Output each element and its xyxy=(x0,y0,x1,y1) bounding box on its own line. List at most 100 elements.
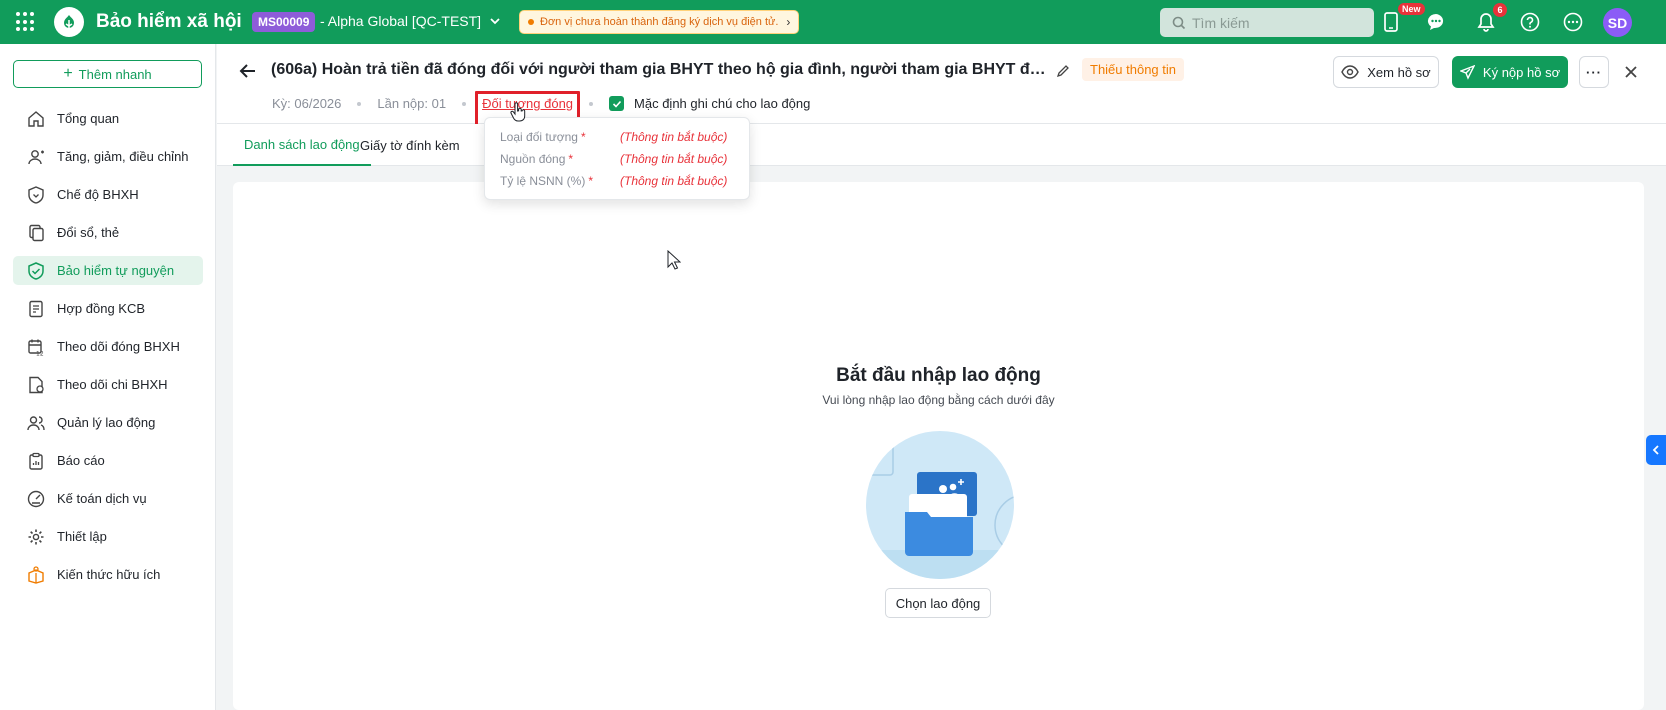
eye-icon xyxy=(1341,65,1360,79)
subject-link[interactable]: Đối tượng đóng xyxy=(482,96,573,111)
org-code-badge[interactable]: MS00009 xyxy=(252,12,316,32)
subject-info-popover: Loại đối tượng * (Thông tin bắt buộc) Ngu… xyxy=(484,117,750,200)
popover-value: (Thông tin bắt buộc) xyxy=(620,174,728,188)
required-mark: * xyxy=(568,152,574,166)
app-title: Bảo hiểm xã hội xyxy=(96,11,242,32)
sidebar-item-5[interactable]: Bảo hiểm tự nguyện xyxy=(13,256,203,285)
period-text: Kỳ: 06/2026 xyxy=(272,96,342,111)
plus-icon: + xyxy=(63,65,73,82)
required-mark: * xyxy=(580,130,586,144)
gear-icon xyxy=(27,528,45,546)
service-warning-banner[interactable]: Đơn vị chưa hoàn thành đăng ký dịch vụ đ… xyxy=(519,10,800,34)
required-mark: * xyxy=(588,174,594,188)
view-document-label: Xem hồ sơ xyxy=(1367,64,1431,80)
chat-icon[interactable] xyxy=(1425,11,1447,33)
sidebar-item-9[interactable]: Quản lý lao động xyxy=(13,408,203,437)
tab-bar: Danh sách lao động Giấy tờ đính kèm xyxy=(217,124,1666,166)
main-content: Bắt đầu nhập lao động Vui lòng nhập lao … xyxy=(233,182,1644,710)
checkbox-checked-icon xyxy=(609,96,625,111)
mobile-app-icon[interactable] xyxy=(1380,11,1402,33)
sidebar-item-3[interactable]: Chế độ BHXH xyxy=(13,180,203,209)
document-meta: Kỳ: 06/2026 Lần nộp: 01 Đối tượng đóng M… xyxy=(272,96,810,111)
shield-check-icon xyxy=(27,261,45,280)
shield-heart-icon xyxy=(27,185,45,204)
folder-users-illustration xyxy=(866,431,1014,579)
sidebar-nav: Tổng quan Tăng, giảm, điều chỉnh Chế độ BH… xyxy=(13,104,203,598)
back-arrow-icon[interactable] xyxy=(237,60,259,82)
sidebar-item-label: Theo dõi chi BHXH xyxy=(57,377,168,392)
default-note-checkbox[interactable]: Mặc định ghi chú cho lao động xyxy=(609,96,810,111)
sidebar-item-label: Quản lý lao động xyxy=(57,415,156,430)
tab-attachments[interactable]: Giấy tờ đính kèm xyxy=(360,124,460,166)
choose-employee-button[interactable]: Chọn lao động xyxy=(885,588,991,618)
gauge-icon xyxy=(27,490,45,508)
sidebar: + Thêm nhanh Tổng quan Tăng, giảm, điều c… xyxy=(0,44,216,710)
sidebar-item-label: Hợp đồng KCB xyxy=(57,301,146,316)
calendar-track-icon: 12 xyxy=(27,338,45,356)
separator-dot xyxy=(462,101,467,106)
users-icon xyxy=(27,414,45,432)
search-box[interactable] xyxy=(1160,8,1374,37)
sidebar-item-6[interactable]: Hợp đồng KCB xyxy=(13,294,203,323)
more-options-button[interactable]: ··· xyxy=(1579,56,1609,88)
sidebar-item-12[interactable]: Thiết lập xyxy=(13,522,203,551)
more-apps-icon[interactable] xyxy=(1562,11,1584,33)
svg-text:12: 12 xyxy=(36,350,44,356)
sign-submit-button[interactable]: Ký nộp hồ sơ xyxy=(1452,56,1568,88)
sidebar-item-label: Kế toán dịch vụ xyxy=(57,491,147,506)
warning-dot-icon xyxy=(528,19,534,25)
popover-label-text: Loại đối tượng xyxy=(500,130,578,144)
user-adjust-icon xyxy=(27,148,45,166)
view-document-button[interactable]: Xem hồ sơ xyxy=(1333,56,1439,88)
chevron-right-icon: › xyxy=(786,15,791,29)
sidebar-item-11[interactable]: Kế toán dịch vụ xyxy=(13,484,203,513)
panel-toggle-button[interactable] xyxy=(1646,435,1666,465)
user-avatar[interactable]: SD xyxy=(1603,8,1632,37)
org-name[interactable]: - Alpha Global [QC-TEST] xyxy=(320,13,481,29)
document-header: (606a) Hoàn trả tiền đã đóng đối với ngư… xyxy=(217,44,1666,124)
sidebar-item-10[interactable]: Báo cáo xyxy=(13,446,203,475)
popover-value: (Thông tin bắt buộc) xyxy=(620,152,728,166)
sidebar-item-label: Đổi sổ, thẻ xyxy=(57,225,120,240)
sidebar-item-label: Bảo hiểm tự nguyện xyxy=(57,263,175,278)
default-note-label: Mặc định ghi chú cho lao động xyxy=(634,96,811,111)
help-icon[interactable] xyxy=(1519,11,1541,33)
popover-label: Loại đối tượng * xyxy=(500,130,620,144)
sidebar-item-label: Thiết lập xyxy=(57,529,107,544)
tab-employee-list[interactable]: Danh sách lao động xyxy=(233,124,371,166)
separator-dot xyxy=(357,101,362,106)
sidebar-item-13[interactable]: Kiến thức hữu ích xyxy=(13,560,203,589)
separator-dot xyxy=(589,101,594,106)
close-icon[interactable] xyxy=(1621,62,1641,82)
pencil-icon[interactable] xyxy=(1055,63,1071,79)
sidebar-item-label: Kiến thức hữu ích xyxy=(57,567,161,582)
top-bar: Bảo hiểm xã hội MS00009 - Alpha Global [… xyxy=(0,0,1666,44)
sidebar-item-label: Tăng, giảm, điều chỉnh xyxy=(57,149,189,164)
chevron-left-icon xyxy=(1652,445,1659,455)
new-badge: New xyxy=(1398,3,1425,15)
chevron-down-icon[interactable] xyxy=(488,14,502,28)
warning-text: Đơn vị chưa hoàn thành đăng ký dịch vụ đ… xyxy=(540,16,779,28)
book-person-icon xyxy=(27,565,45,584)
popover-label: Nguồn đóng * xyxy=(500,152,620,166)
contract-icon xyxy=(27,300,45,318)
sidebar-item-8[interactable]: Theo dõi chi BHXH xyxy=(13,370,203,399)
quick-add-button[interactable]: + Thêm nhanh xyxy=(13,60,202,88)
popover-row-budget-rate: Tỷ lệ NSNN (%) * (Thông tin bắt buộc) xyxy=(500,172,727,190)
sidebar-item-label: Báo cáo xyxy=(57,453,105,468)
popover-label-text: Nguồn đóng xyxy=(500,152,566,166)
sidebar-item-1[interactable]: Tổng quan xyxy=(13,104,203,133)
send-icon xyxy=(1459,64,1475,80)
sidebar-item-label: Tổng quan xyxy=(57,111,120,126)
sign-submit-label: Ký nộp hồ sơ xyxy=(1482,64,1561,80)
search-icon xyxy=(1172,16,1186,29)
app-logo xyxy=(54,7,84,37)
app-grid-icon[interactable] xyxy=(16,12,36,32)
sidebar-item-4[interactable]: Đổi sổ, thẻ xyxy=(13,218,203,247)
search-input[interactable] xyxy=(1192,14,1362,31)
popover-row-payment-source: Nguồn đóng * (Thông tin bắt buộc) xyxy=(500,150,727,168)
sidebar-item-2[interactable]: Tăng, giảm, điều chỉnh xyxy=(13,142,203,171)
document-title: (606a) Hoàn trả tiền đã đóng đối với ngư… xyxy=(271,61,1053,78)
sidebar-item-7[interactable]: 12 Theo dõi đóng BHXH xyxy=(13,332,203,361)
submission-text: Lần nộp: 01 xyxy=(377,96,447,111)
